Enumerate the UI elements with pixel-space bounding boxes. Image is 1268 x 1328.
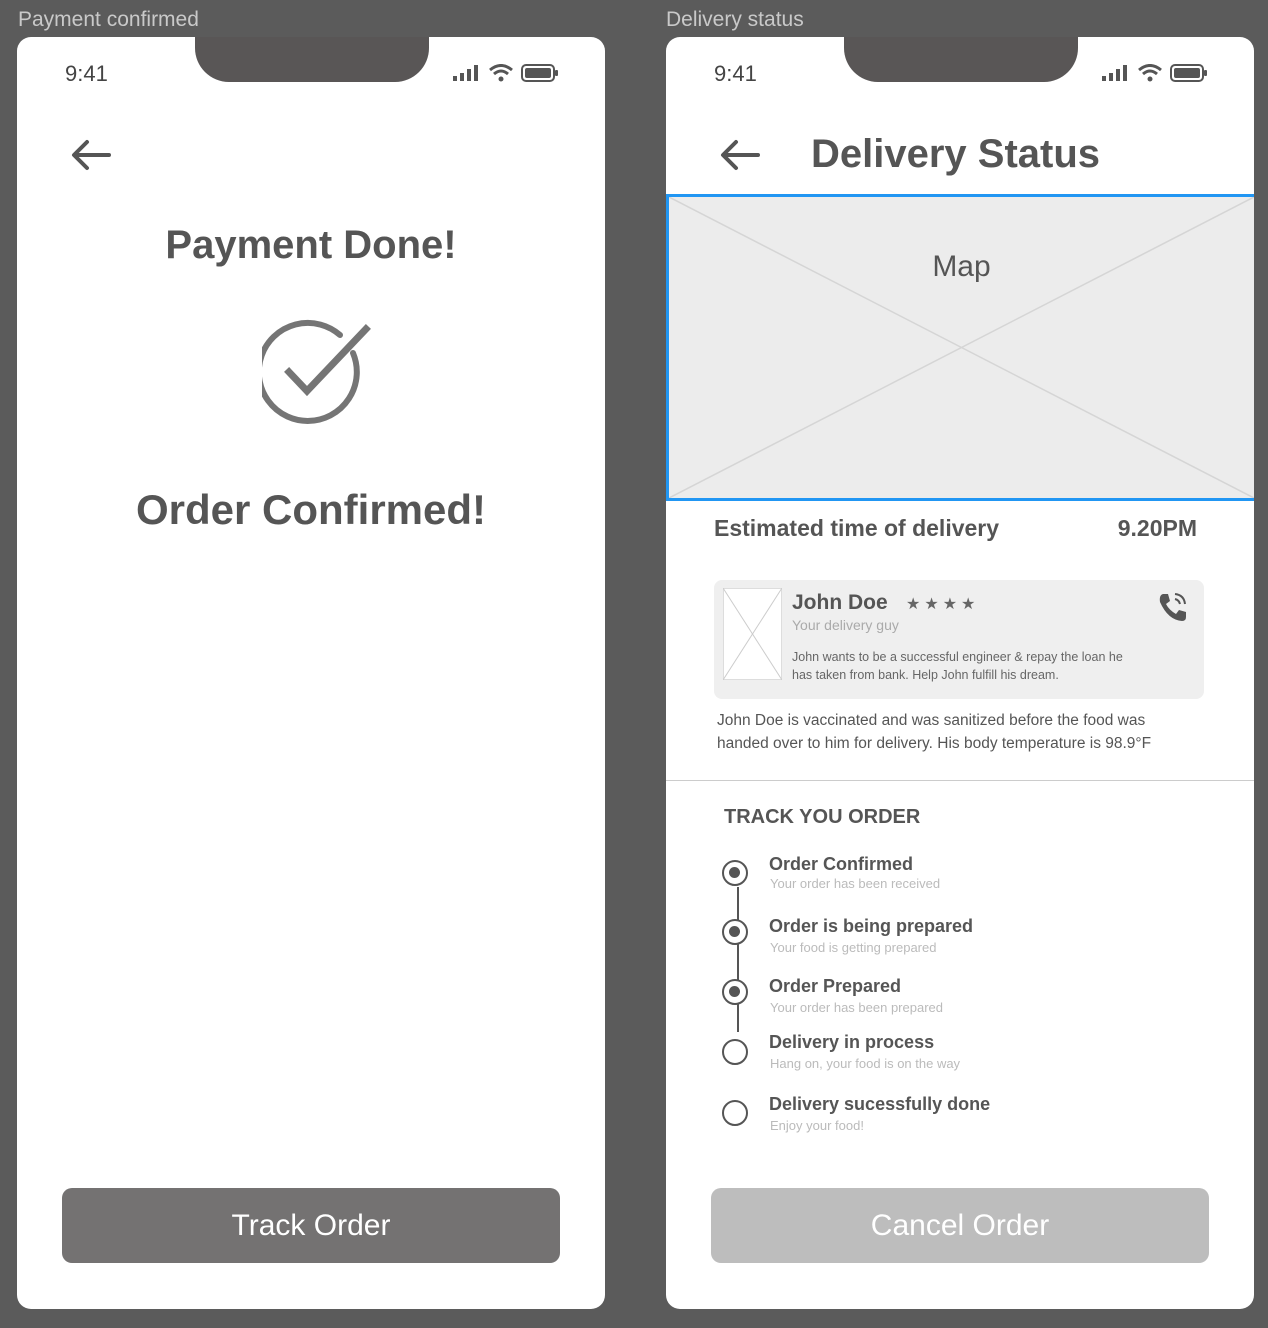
track-order-heading: TRACK YOU ORDER	[724, 806, 921, 828]
wifi-icon	[489, 64, 513, 82]
step-indicator-icon	[722, 860, 748, 886]
step-subtitle: Enjoy your food!	[770, 1118, 864, 1133]
step-subtitle: Your order has been prepared	[770, 1000, 943, 1015]
payment-confirmed-screen: 9:41 Payment Done! Order Confirmed! Trac…	[17, 37, 605, 1309]
step-subtitle: Your order has been received	[770, 876, 941, 891]
phone-call-icon[interactable]	[1156, 590, 1190, 624]
step-title: Order Confirmed	[769, 854, 914, 874]
eta-value: 9.20PM	[1117, 515, 1197, 541]
step-title: Order Prepared	[769, 976, 902, 996]
wifi-icon	[1138, 64, 1162, 82]
step-indicator-icon	[722, 1039, 748, 1065]
step-subtitle: Your food is getting prepared	[770, 940, 937, 955]
step-title: Delivery sucessfully done	[769, 1094, 991, 1114]
map-label: Map	[932, 250, 991, 283]
page-title: Delivery Status	[811, 132, 1101, 176]
back-arrow-icon[interactable]	[718, 137, 762, 173]
delivery-status-screen: 9:41 Delivery Status Map Estimated time …	[666, 37, 1254, 1309]
back-arrow-icon[interactable]	[69, 137, 113, 173]
timeline-line	[737, 887, 739, 1032]
courier-role: Your delivery guy	[792, 617, 899, 633]
section-divider	[666, 780, 1254, 781]
device-notch	[844, 37, 1078, 82]
signal-icon	[453, 65, 478, 81]
map-placeholder-icon	[669, 197, 1254, 498]
step-title: Order is being prepared	[769, 916, 974, 936]
eta-label: Estimated time of delivery	[714, 515, 1000, 541]
status-time: 9:41	[714, 61, 757, 86]
step-indicator-icon	[722, 919, 748, 945]
courier-rating: ★★★★	[906, 596, 980, 613]
status-icons	[1102, 64, 1208, 82]
step-indicator-icon	[722, 979, 748, 1005]
signal-icon	[1102, 65, 1127, 81]
frame-label-payment: Payment confirmed	[18, 8, 199, 31]
status-icons	[453, 64, 559, 82]
frame-label-delivery: Delivery status	[666, 8, 804, 31]
safety-note-line1: John Doe is vaccinated and was sanitized…	[717, 712, 1146, 729]
check-circle-icon	[262, 319, 371, 424]
step-subtitle: Hang on, your food is on the way	[770, 1056, 961, 1071]
courier-bio-line1: John wants to be a successful engineer &…	[792, 650, 1123, 664]
safety-note-line2: handed over to him for delivery. His bod…	[717, 735, 1152, 752]
courier-bio-line2: has taken from bank. Help John fulfill h…	[792, 668, 1059, 682]
payment-title: Payment Done!	[165, 223, 457, 267]
battery-icon	[1170, 64, 1207, 82]
track-order-button[interactable]: Track Order	[62, 1188, 560, 1263]
delivery-map[interactable]: Map	[666, 194, 1254, 501]
device-notch	[195, 37, 429, 82]
order-confirmed-text: Order Confirmed!	[135, 486, 487, 533]
cancel-order-button[interactable]: Cancel Order	[711, 1188, 1209, 1263]
status-time: 9:41	[65, 61, 108, 86]
battery-icon	[521, 64, 558, 82]
courier-name: John Doe	[792, 591, 888, 614]
step-title: Delivery in process	[769, 1032, 935, 1052]
step-indicator-icon	[722, 1100, 748, 1126]
courier-card: John Doe ★★★★ Your delivery guy John wan…	[714, 580, 1204, 699]
courier-photo-placeholder	[723, 588, 782, 680]
